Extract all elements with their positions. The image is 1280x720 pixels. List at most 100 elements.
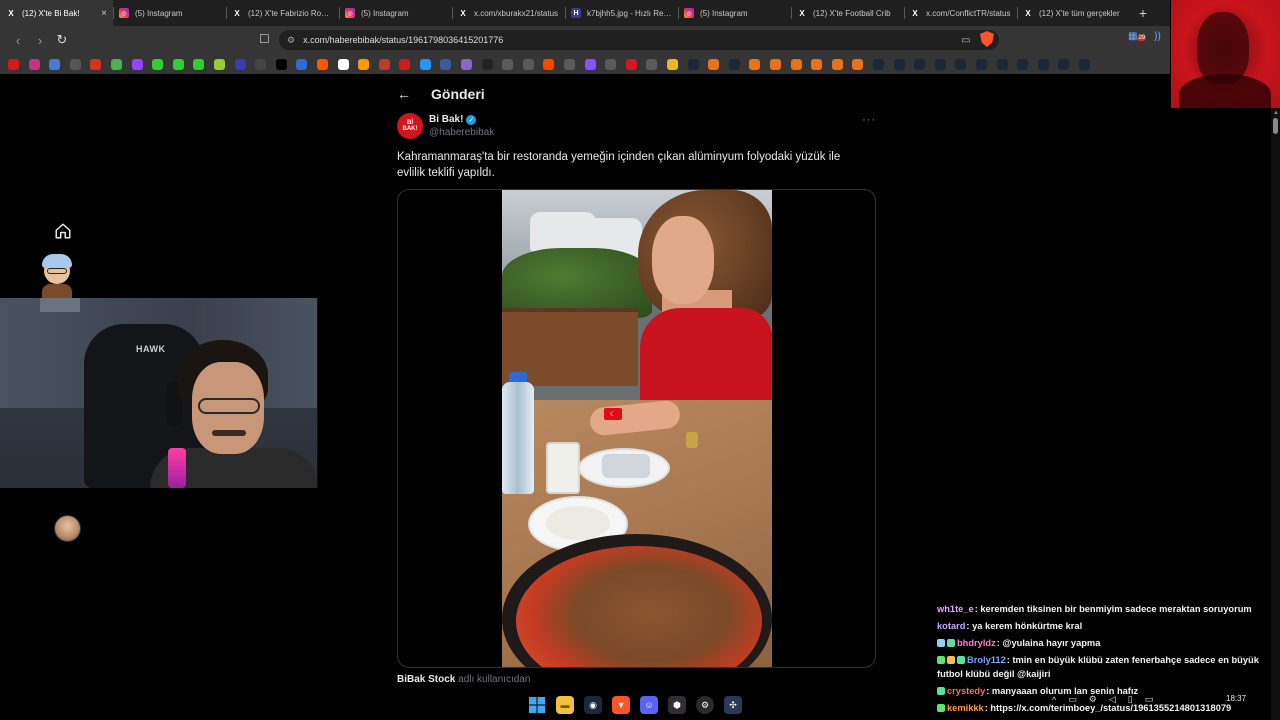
post-video[interactable]: ☾	[397, 189, 876, 668]
tab-7[interactable]: X (12) X'te Football Crib	[791, 0, 904, 26]
bookmark-favicon-icon[interactable]	[1017, 58, 1029, 70]
bookmark-favicon-icon[interactable]	[543, 58, 555, 70]
bookmark-favicon-icon[interactable]	[90, 58, 102, 70]
bookmark-favicon-icon[interactable]	[728, 58, 740, 70]
scroll-thumb[interactable]	[1273, 118, 1278, 134]
bookmark-favicon-icon[interactable]	[1078, 58, 1090, 70]
bookmark-favicon-icon[interactable]	[255, 58, 267, 70]
bookmark-favicon-icon[interactable]	[419, 58, 431, 70]
bookmark-favicon-icon[interactable]	[893, 58, 905, 70]
system-clock[interactable]: 18:37	[1226, 693, 1246, 704]
bookmark-favicon-icon[interactable]	[872, 58, 884, 70]
bookmark-favicon-icon[interactable]	[8, 58, 19, 70]
chat-username[interactable]: kemikkk	[947, 703, 984, 713]
bookmark-favicon-icon[interactable]	[749, 58, 761, 70]
bookmark-favicon-icon[interactable]	[564, 58, 576, 70]
scrollbar[interactable]	[1271, 108, 1280, 720]
reload-icon[interactable]: ↻	[52, 32, 72, 48]
tab-6[interactable]: ◎ (5) Instagram	[678, 0, 791, 26]
tray-battery-icon[interactable]: ▭	[1145, 694, 1154, 705]
bookmark-favicon-icon[interactable]	[172, 58, 184, 70]
chat-username[interactable]: kotard	[937, 621, 965, 631]
bookmark-favicon-icon[interactable]	[152, 58, 164, 70]
bookmark-favicon-icon[interactable]	[110, 58, 122, 70]
bookmark-favicon-icon[interactable]	[687, 58, 699, 70]
bookmark-favicon-icon[interactable]	[975, 58, 987, 70]
bookmark-favicon-icon[interactable]	[337, 58, 349, 70]
tray-chevron-icon[interactable]: ^	[1052, 695, 1056, 705]
site-settings-icon[interactable]: ⚙	[287, 35, 295, 46]
author-handle[interactable]: @haberebibak	[429, 127, 494, 138]
tab-3[interactable]: ◎ (5) Instagram	[339, 0, 452, 26]
app-icon[interactable]: ⚙	[696, 696, 714, 714]
extension-icon[interactable]: ▦29	[1128, 31, 1147, 42]
credit-name[interactable]: BiBak Stock	[397, 674, 455, 685]
bookmark-favicon-icon[interactable]	[234, 58, 246, 70]
bookmark-favicon-icon[interactable]	[790, 58, 802, 70]
bookmark-favicon-icon[interactable]	[708, 58, 720, 70]
bookmark-favicon-icon[interactable]	[646, 58, 658, 70]
bookmark-favicon-icon[interactable]	[914, 58, 926, 70]
tab-8[interactable]: Xx.com/ConflictTR/status	[904, 0, 1017, 26]
tray-settings-icon[interactable]: ⚙	[1089, 694, 1097, 705]
author-name[interactable]: Bi Bak! ✓	[429, 114, 494, 125]
bookmark-favicon-icon[interactable]	[49, 58, 61, 70]
chat-username[interactable]: crystedy	[947, 686, 985, 696]
bookmark-favicon-icon[interactable]	[934, 58, 946, 70]
bookmark-favicon-icon[interactable]	[440, 58, 452, 70]
bookmark-favicon-icon[interactable]	[502, 58, 514, 70]
tab-close-icon[interactable]: ×	[101, 8, 107, 19]
account-avatar[interactable]	[54, 515, 81, 542]
chat-username[interactable]: bhdryldz	[957, 638, 996, 648]
video-frame[interactable]: ☾	[502, 190, 772, 667]
bookmark-favicon-icon[interactable]	[584, 58, 596, 70]
address-bar[interactable]: ⚙ x.com/haberebibak/status/1961798036415…	[279, 30, 999, 50]
bookmark-favicon-icon[interactable]	[852, 58, 864, 70]
bookmark-favicon-icon[interactable]	[625, 58, 637, 70]
bookmark-favicon-icon[interactable]	[213, 58, 225, 70]
bookmark-favicon-icon[interactable]	[131, 58, 143, 70]
bookmark-favicon-icon[interactable]	[1037, 58, 1049, 70]
bookmark-favicon-icon[interactable]	[996, 58, 1008, 70]
brave-browser-icon[interactable]: ▼	[612, 696, 630, 714]
scroll-up-icon[interactable]: ▲	[1273, 110, 1279, 116]
cast-icon[interactable]: ▭	[961, 35, 970, 46]
steam-icon[interactable]: ◉	[584, 696, 602, 714]
chat-username[interactable]: wh1te_e	[937, 604, 974, 614]
back-icon[interactable]: ‹	[8, 33, 28, 48]
forward-icon[interactable]: ›	[30, 33, 50, 48]
home-icon[interactable]	[54, 222, 72, 240]
bookmark-favicon-icon[interactable]	[69, 58, 81, 70]
tab-1[interactable]: ◎ (5) Instagram	[113, 0, 226, 26]
new-tab-button[interactable]: +	[1130, 5, 1156, 21]
bookmark-favicon-icon[interactable]	[399, 58, 411, 70]
bookmark-favicon-icon[interactable]	[769, 58, 781, 70]
tab-0[interactable]: X (12) X'te Bi Bak! ×	[0, 0, 113, 26]
bookmark-favicon-icon[interactable]	[831, 58, 843, 70]
bookmark-favicon-icon[interactable]	[955, 58, 967, 70]
bookmark-favicon-icon[interactable]	[522, 58, 534, 70]
more-options-icon[interactable]: ···	[862, 114, 876, 126]
bookmark-favicon-icon[interactable]	[193, 58, 205, 70]
bookmark-favicon-icon[interactable]	[316, 58, 328, 70]
chat-username[interactable]: Broly112	[967, 655, 1006, 665]
tab-5[interactable]: Hk7bjhh5.jpg - Hızlı Resim	[565, 0, 678, 26]
bookmark-favicon-icon[interactable]	[275, 58, 287, 70]
back-arrow-icon[interactable]: ←	[397, 86, 411, 102]
bookmark-favicon-icon[interactable]	[378, 58, 390, 70]
tray-audio-icon[interactable]: ◁	[1109, 694, 1116, 705]
tab-4[interactable]: Xx.com/xburakx21/status	[452, 0, 565, 26]
tab-9[interactable]: X (12) X'te tüm gerçekler	[1017, 0, 1130, 26]
tray-network-icon[interactable]: ▯	[1128, 694, 1133, 705]
network-app-icon[interactable]: ✣	[724, 696, 742, 714]
author-avatar[interactable]: Bİ BAK!	[397, 113, 423, 139]
bookmark-favicon-icon[interactable]	[296, 58, 308, 70]
bookmark-icon[interactable]: ☐	[259, 32, 270, 46]
bookmark-favicon-icon[interactable]	[28, 58, 40, 70]
file-explorer-icon[interactable]: ▬	[556, 696, 574, 714]
bookmark-favicon-icon[interactable]	[667, 58, 678, 70]
discord-icon[interactable]: ☺	[640, 696, 658, 714]
bookmark-favicon-icon[interactable]	[461, 58, 473, 70]
tab-2[interactable]: X (12) X'te Fabrizio Romano	[226, 0, 339, 26]
audio-icon[interactable]: ))	[1154, 31, 1161, 42]
